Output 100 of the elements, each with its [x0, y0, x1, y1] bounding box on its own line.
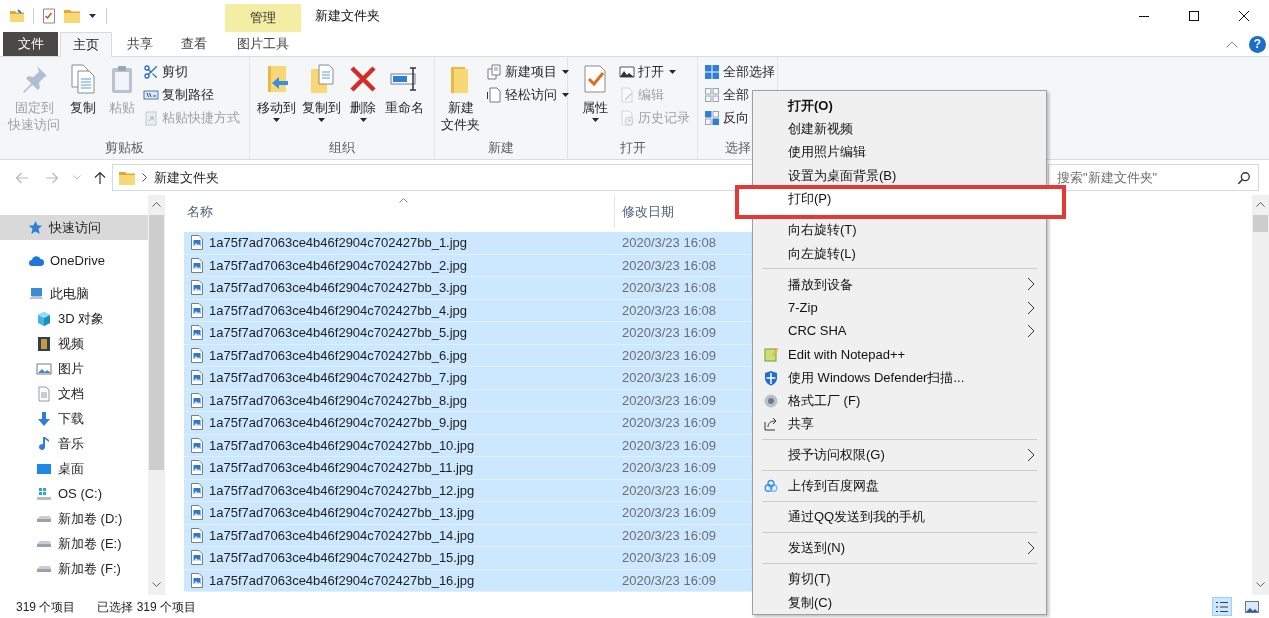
file-date: 2020/3/23 16:09 — [621, 414, 716, 432]
file-name: 1a75f7ad7063ce4b46f2904c702427bb_11.jpg — [209, 459, 474, 477]
image-icon — [619, 64, 635, 80]
chevron-down-icon[interactable] — [1256, 582, 1265, 587]
search-icon[interactable] — [1237, 170, 1251, 185]
nav-item[interactable]: 此电脑 — [0, 281, 148, 306]
ribbon-button[interactable]: 复制到 — [299, 61, 344, 122]
caret-icon[interactable] — [89, 14, 96, 18]
menu-item[interactable]: Edit with Notepad++ — [753, 342, 1046, 366]
scissors-icon — [143, 64, 159, 80]
image-file-icon — [191, 460, 203, 476]
ribbon-button[interactable]: 全部选择 — [703, 61, 776, 83]
menu-item[interactable]: 播放到设备 — [753, 272, 1046, 297]
chevron-up-icon[interactable] — [152, 202, 161, 207]
ribbon-tab[interactable]: 主页 — [60, 32, 112, 57]
scrollbar-thumb[interactable] — [149, 215, 164, 470]
nav-item[interactable]: 文档 — [0, 381, 148, 406]
column-header[interactable]: 名称 — [184, 195, 615, 228]
film-icon — [36, 335, 52, 352]
share-icon — [762, 416, 779, 433]
ribbon-button[interactable]: 新建 文件夹 — [438, 61, 483, 133]
menu-item[interactable]: 发送到(N) — [753, 536, 1046, 560]
chevron-up-icon[interactable] — [1256, 202, 1265, 207]
ribbon-button[interactable]: 打开 — [618, 61, 691, 83]
help-button[interactable]: ? — [1249, 35, 1266, 53]
menu-item[interactable]: 使用 Windows Defender扫描... — [753, 365, 1046, 390]
breadcrumb[interactable]: 新建文件夹 — [154, 167, 219, 188]
nav-item[interactable]: 图片 — [0, 356, 148, 381]
documents-icon — [486, 64, 502, 80]
ribbon-button[interactable]: 移动到 — [254, 61, 299, 122]
details-view-button[interactable] — [1212, 597, 1232, 616]
ribbon-button[interactable]: 复制路径 — [142, 84, 241, 106]
cloud-icon — [762, 478, 779, 495]
image-file-icon — [191, 572, 203, 588]
ribbon-button[interactable]: 剪切 — [142, 61, 241, 83]
menu-item[interactable]: 上传到百度网盘 — [753, 474, 1046, 498]
menu-item[interactable]: 复制(C) — [753, 590, 1046, 615]
ribbon-tab[interactable]: 文件 — [3, 32, 58, 56]
image-file-icon — [191, 482, 203, 498]
maximize-icon[interactable] — [1189, 11, 1199, 21]
nav-item[interactable]: 音乐 — [0, 431, 148, 456]
ribbon-button[interactable]: 新建项目 — [485, 61, 570, 83]
nav-item[interactable]: 下载 — [0, 406, 148, 431]
ribbon-button[interactable]: 复制 — [64, 61, 102, 116]
menu-item[interactable]: 通过QQ发送到我的手机 — [753, 505, 1046, 529]
scrollbar-thumb[interactable] — [1253, 215, 1268, 232]
document-icon — [36, 385, 52, 402]
contextual-tab-header: 管理 — [225, 4, 301, 32]
grid-outline-icon — [704, 87, 720, 103]
nav-item[interactable]: 新加卷 (F:) — [0, 556, 148, 581]
document-icon — [486, 87, 502, 103]
nav-item[interactable]: 视频 — [0, 331, 148, 356]
menu-item[interactable]: CRC SHA — [753, 319, 1046, 343]
file-name: 1a75f7ad7063ce4b46f2904c702427bb_16.jpg — [209, 571, 475, 590]
file-name: 1a75f7ad7063ce4b46f2904c702427bb_7.jpg — [209, 369, 468, 387]
folder-icon[interactable] — [9, 8, 25, 24]
image-file-icon — [191, 550, 203, 566]
ribbon-tab[interactable]: 图片工具 — [225, 32, 301, 56]
file-date: 2020/3/23 16:09 — [621, 549, 716, 567]
menu-item[interactable]: 格式工厂 (F) — [753, 389, 1046, 413]
ribbon-tab[interactable]: 查看 — [168, 32, 220, 56]
menu-item[interactable]: 使用照片编辑 — [753, 140, 1046, 164]
menu-item[interactable]: 7-Zip — [753, 296, 1046, 320]
file-name: 1a75f7ad7063ce4b46f2904c702427bb_10.jpg — [209, 436, 475, 455]
menu-item[interactable]: 向左旋转(L) — [753, 241, 1046, 266]
nav-item[interactable]: 3D 对象 — [0, 306, 148, 331]
drive-icon — [36, 540, 52, 547]
file-date: 2020/3/23 16:09 — [621, 391, 716, 410]
search-field[interactable]: 搜索"新建文件夹" — [1048, 164, 1259, 191]
nav-item[interactable]: 快速访问 — [0, 215, 148, 240]
ribbon-button[interactable]: 删除 — [344, 61, 382, 122]
menu-item[interactable]: 剪切(T) — [753, 567, 1046, 591]
chevron-down-icon[interactable] — [152, 582, 161, 587]
file-date: 2020/3/23 16:09 — [621, 526, 716, 545]
ribbon-group-label: 剪贴板 — [105, 139, 144, 158]
ribbon-button[interactable]: 轻松访问 — [485, 84, 570, 106]
image-file-icon — [191, 325, 203, 341]
ribbon-button[interactable]: 重命名 — [382, 61, 427, 116]
file-name: 1a75f7ad7063ce4b46f2904c702427bb_3.jpg — [209, 279, 468, 297]
shortcut-icon — [143, 110, 159, 126]
chevron-up-icon[interactable] — [1226, 40, 1238, 48]
clock-document-icon — [619, 110, 635, 126]
nav-item[interactable]: 桌面 — [0, 456, 148, 481]
ribbon-tab[interactable]: 共享 — [114, 32, 166, 56]
menu-item[interactable]: 向右旋转(T) — [753, 218, 1046, 242]
document-check-icon[interactable] — [42, 8, 56, 24]
file-date: 2020/3/23 16:09 — [621, 459, 716, 477]
close-icon[interactable] — [1239, 11, 1249, 21]
ribbon-group-label: 新建 — [488, 139, 514, 158]
ribbon-button[interactable]: 属性 — [576, 61, 614, 122]
menu-item[interactable]: 授予访问权限(G) — [753, 443, 1046, 467]
nav-item[interactable]: 新加卷 (D:) — [0, 506, 148, 531]
up-icon[interactable] — [93, 170, 107, 185]
nav-item[interactable]: 新加卷 (E:) — [0, 531, 148, 556]
nav-item[interactable]: OneDrive — [0, 248, 148, 273]
file-name: 1a75f7ad7063ce4b46f2904c702427bb_8.jpg — [209, 391, 468, 410]
nav-item[interactable]: OS (C:) — [0, 481, 148, 506]
menu-item[interactable]: 共享 — [753, 412, 1046, 436]
image-file-icon — [191, 437, 203, 453]
file-name: 1a75f7ad7063ce4b46f2904c702427bb_4.jpg — [209, 301, 468, 320]
